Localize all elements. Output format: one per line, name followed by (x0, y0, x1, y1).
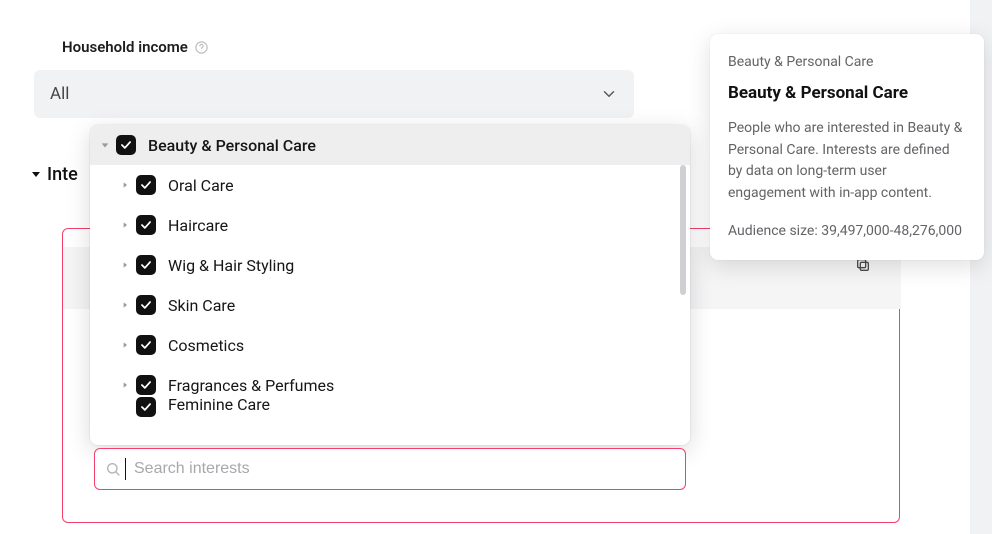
caret-right-solid-icon[interactable] (118, 181, 132, 189)
household-income-text: Household income (62, 38, 188, 56)
interest-row-label: Beauty & Personal Care (148, 136, 316, 155)
interest-info-title: Beauty & Personal Care (728, 80, 966, 106)
interests-dropdown-list: Beauty & Personal Care Oral Care Hairc (90, 125, 690, 445)
interest-row[interactable]: Haircare (90, 205, 690, 245)
interests-section-title: Inte (47, 164, 78, 185)
household-income-value: All (50, 84, 69, 104)
checkbox-checked[interactable] (136, 295, 156, 315)
interest-info-audience-size: Audience size: 39,497,000-48,276,000 (728, 221, 966, 243)
interest-row-label: Haircare (168, 216, 228, 235)
checkbox-checked[interactable] (136, 215, 156, 235)
caret-right-solid-icon[interactable] (118, 381, 132, 389)
interest-row[interactable]: Feminine Care (90, 405, 690, 429)
checkbox-checked[interactable] (136, 375, 156, 395)
caret-right-solid-icon[interactable] (118, 221, 132, 229)
checkbox-checked[interactable] (136, 397, 156, 417)
interests-dropdown-panel: Beauty & Personal Care Oral Care Hairc (90, 125, 690, 445)
chevron-down-icon (600, 85, 618, 103)
interest-row[interactable]: Oral Care (90, 165, 690, 205)
interest-row-label: Oral Care (168, 176, 234, 195)
scrollbar-thumb[interactable] (680, 165, 686, 295)
interest-row[interactable]: Wig & Hair Styling (90, 245, 690, 285)
checkbox-checked[interactable] (136, 255, 156, 275)
interest-row-top[interactable]: Beauty & Personal Care (90, 125, 690, 165)
text-cursor (125, 458, 126, 480)
interests-search-field[interactable] (94, 448, 686, 490)
interest-row-label: Feminine Care (168, 395, 270, 414)
help-circle-icon[interactable] (194, 40, 209, 55)
caret-right-solid-icon[interactable] (118, 341, 132, 349)
checkbox-checked[interactable] (116, 135, 136, 155)
interest-info-tooltip: Beauty & Personal Care Beauty & Personal… (710, 34, 984, 260)
caret-right-solid-icon[interactable] (118, 301, 132, 309)
checkbox-checked[interactable] (136, 335, 156, 355)
search-icon (105, 461, 121, 477)
interest-row[interactable]: Skin Care (90, 285, 690, 325)
interests-section-header[interactable]: Inte (30, 164, 78, 185)
interest-info-breadcrumb: Beauty & Personal Care (728, 52, 966, 74)
interest-row-label: Skin Care (168, 296, 235, 315)
caret-down-solid-icon[interactable] (98, 140, 112, 150)
checkbox-checked[interactable] (136, 175, 156, 195)
interest-info-description: People who are interested in Beauty & Pe… (728, 118, 966, 205)
interest-row[interactable]: Cosmetics (90, 325, 690, 365)
interest-row-label: Wig & Hair Styling (168, 256, 294, 275)
caret-down-solid-icon (30, 164, 42, 185)
household-income-select[interactable]: All (34, 70, 634, 118)
interest-row-label: Fragrances & Perfumes (168, 376, 334, 395)
search-input[interactable] (132, 459, 675, 479)
household-income-label: Household income (62, 38, 209, 56)
interest-row-label: Cosmetics (168, 336, 244, 355)
caret-right-solid-icon[interactable] (118, 261, 132, 269)
